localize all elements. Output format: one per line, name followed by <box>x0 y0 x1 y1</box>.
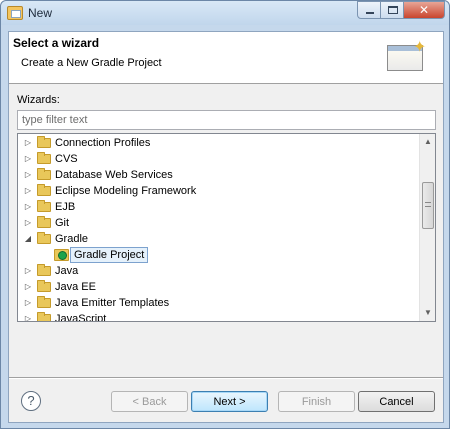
maximize-icon <box>388 6 398 14</box>
folder-icon <box>37 232 51 244</box>
folder-icon <box>37 312 51 321</box>
folder-icon <box>37 200 51 212</box>
wizards-label: Wizards: <box>17 94 60 106</box>
tree-item-label: Java Emitter Templates <box>55 297 170 309</box>
expand-arrow-icon[interactable]: ▷ <box>23 183 33 199</box>
tree-item-git[interactable]: ▷ Git <box>18 215 418 231</box>
folder-icon <box>37 216 51 228</box>
minimize-icon <box>366 12 374 14</box>
tree-item-database-web-services[interactable]: ▷ Database Web Services <box>18 167 418 183</box>
tree-scrollbar[interactable]: ▲ ▼ <box>419 134 435 321</box>
wizard-tree[interactable]: ▷ Connection Profiles ▷ CVS ▷ Database W… <box>17 133 436 322</box>
tree-item-cvs[interactable]: ▷ CVS <box>18 151 418 167</box>
finish-button[interactable]: Finish <box>278 391 355 412</box>
tree-item-label: Java EE <box>55 281 96 293</box>
collapse-arrow-icon[interactable]: ◢ <box>23 231 33 247</box>
expand-arrow-icon[interactable]: ▷ <box>23 263 33 279</box>
folder-icon <box>37 184 51 196</box>
tree-item-label: Gradle Project <box>70 247 149 263</box>
folder-icon <box>37 168 51 180</box>
expand-arrow-icon[interactable]: ▷ <box>23 135 33 151</box>
tree-item-label: Java <box>55 265 79 277</box>
header-description: Create a New Gradle Project <box>21 57 162 69</box>
minimize-button[interactable] <box>357 1 381 19</box>
tree-item-java[interactable]: ▷ Java <box>18 263 418 279</box>
tree-item-label: Database Web Services <box>55 169 173 181</box>
wizard-banner-icon: ✦ <box>385 39 429 77</box>
folder-icon <box>37 296 51 308</box>
close-icon: ✕ <box>418 3 430 17</box>
expand-arrow-icon[interactable]: ▷ <box>23 311 33 321</box>
wizard-window: New ✕ Select a wizard Create a New Gradl… <box>0 0 450 429</box>
tree-item-gradle-project[interactable]: Gradle Project <box>18 247 418 263</box>
next-button[interactable]: Next > <box>191 391 268 412</box>
tree-item-eclipse-modeling-framework[interactable]: ▷ Eclipse Modeling Framework <box>18 183 418 199</box>
expand-arrow-icon[interactable]: ▷ <box>23 167 33 183</box>
tree-item-connection-profiles[interactable]: ▷ Connection Profiles <box>18 135 418 151</box>
tree-item-label: EJB <box>55 201 76 213</box>
close-button[interactable]: ✕ <box>403 1 445 19</box>
scroll-up-icon[interactable]: ▲ <box>420 134 436 150</box>
filter-input[interactable] <box>17 110 436 130</box>
expand-arrow-icon[interactable]: ▷ <box>23 279 33 295</box>
wizard-header: Select a wizard Create a New Gradle Proj… <box>9 32 443 84</box>
tree-item-label: CVS <box>55 153 78 165</box>
tree-item-label: JavaScript <box>55 313 107 321</box>
folder-icon <box>37 152 51 164</box>
tree-item-javascript[interactable]: ▷ JavaScript <box>18 311 418 321</box>
back-button[interactable]: < Back <box>111 391 188 412</box>
expand-arrow-icon[interactable]: ▷ <box>23 199 33 215</box>
expand-arrow-icon[interactable]: ▷ <box>23 295 33 311</box>
app-icon <box>7 6 23 20</box>
tree-item-label: Eclipse Modeling Framework <box>55 185 197 197</box>
tree-item-gradle[interactable]: ◢ Gradle <box>18 231 418 247</box>
title-bar[interactable]: New ✕ <box>1 1 449 25</box>
expand-arrow-icon[interactable]: ▷ <box>23 215 33 231</box>
header-title: Select a wizard <box>13 36 100 50</box>
cancel-button[interactable]: Cancel <box>358 391 435 412</box>
window-title: New <box>28 6 53 20</box>
dialog-body: Select a wizard Create a New Gradle Proj… <box>8 31 444 423</box>
footer-divider <box>9 377 443 379</box>
tree-item-label: Gradle <box>55 233 89 245</box>
folder-icon <box>37 264 51 276</box>
tree-item-label: Connection Profiles <box>55 137 151 149</box>
gradle-project-icon <box>54 249 69 261</box>
maximize-button[interactable] <box>380 1 404 19</box>
help-icon[interactable]: ? <box>21 391 41 411</box>
tree-item-ejb[interactable]: ▷ EJB <box>18 199 418 215</box>
scroll-down-icon[interactable]: ▼ <box>420 305 436 321</box>
folder-icon <box>37 136 51 148</box>
expand-arrow-icon[interactable]: ▷ <box>23 151 33 167</box>
tree-item-java-emitter-templates[interactable]: ▷ Java Emitter Templates <box>18 295 418 311</box>
tree-item-label: Git <box>55 217 70 229</box>
scrollbar-thumb[interactable] <box>422 182 434 229</box>
tree-item-java-ee[interactable]: ▷ Java EE <box>18 279 418 295</box>
folder-icon <box>37 280 51 292</box>
